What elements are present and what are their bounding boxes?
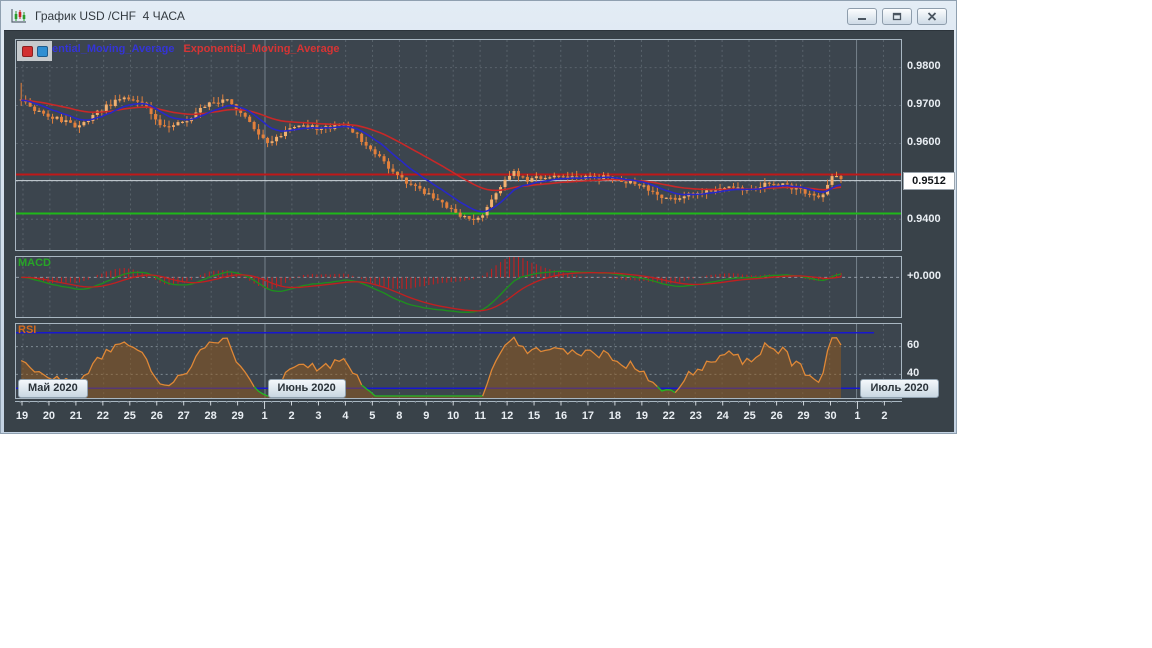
- time-axis-label: 17: [582, 410, 594, 422]
- current-price-badge: 0.9512: [903, 172, 955, 190]
- time-axis-label: 27: [178, 410, 190, 422]
- rsi-tick-label: 60: [907, 339, 920, 351]
- price-chart-canvas: [16, 40, 901, 250]
- price-chart-panel[interactable]: [15, 39, 902, 251]
- time-axis-label: 18: [609, 410, 621, 422]
- legend-item-exponential-moving-average: Exponential_Moving_Average: [183, 43, 340, 55]
- close-button[interactable]: [917, 8, 947, 25]
- blue-indicator-button[interactable]: [36, 45, 48, 57]
- time-axis-label: 3: [315, 410, 321, 422]
- rsi-tick-label: 40: [907, 367, 920, 379]
- price-axis[interactable]: 0.9512 0.98000.97000.96000.95000.9400+0.…: [902, 33, 956, 429]
- red-indicator-button[interactable]: [21, 45, 33, 57]
- time-axis-label: 26: [151, 410, 163, 422]
- macd-canvas: [16, 257, 901, 317]
- time-axis-label: 4: [342, 410, 349, 422]
- time-axis-label: 19: [16, 410, 28, 422]
- legend-item-moving-average: ential_Moving_Average: [52, 43, 175, 55]
- close-icon: [927, 12, 937, 21]
- restore-icon: [892, 12, 902, 21]
- minimize-icon: [858, 18, 866, 20]
- time-axis-label: 10: [447, 410, 459, 422]
- time-axis-label: 26: [770, 410, 782, 422]
- month-marker-may: Май 2020: [18, 379, 88, 398]
- time-axis-label: 29: [797, 410, 809, 422]
- time-axis-label: 24: [717, 410, 730, 422]
- rsi-indicator-panel[interactable]: [15, 323, 902, 399]
- time-axis-label: 30: [824, 410, 836, 422]
- time-axis-label: 8: [396, 410, 402, 422]
- chart-window: График USD /CHF 4 ЧАСА 19 20 21 22 25 26 27 28 2…: [0, 0, 957, 434]
- time-axis-label: 21: [70, 410, 82, 422]
- time-axis-label: 9: [423, 410, 429, 422]
- restore-button[interactable]: [882, 8, 912, 25]
- time-axis-label: 1: [261, 410, 267, 422]
- time-axis-label: 2: [288, 410, 294, 422]
- time-axis-label: 12: [501, 410, 513, 422]
- time-axis[interactable]: 19 20 21 22 25 26 27 28 29 1 2 3 4 5 8 9 10 11 12 15 16 17 18 1…: [15, 401, 902, 428]
- chart-object-buttons: [17, 41, 52, 61]
- minimize-button[interactable]: [847, 8, 877, 25]
- time-axis-label: 25: [124, 410, 136, 422]
- rsi-canvas: [16, 324, 901, 398]
- price-tick-label: 0.9400: [907, 212, 941, 225]
- macd-zero-label: +0.000: [907, 270, 941, 282]
- macd-indicator-panel[interactable]: [15, 256, 902, 318]
- time-axis-label: 23: [690, 410, 702, 422]
- month-marker-june: Июнь 2020: [267, 379, 346, 398]
- indicator-legend: ential_Moving_Average Exponential_Moving…: [52, 43, 340, 55]
- time-axis-label: 5: [369, 410, 375, 422]
- time-axis-label: 20: [43, 410, 55, 422]
- price-tick-label: 0.9600: [907, 136, 941, 149]
- time-axis-label: 19: [636, 410, 648, 422]
- time-axis-label: 25: [744, 410, 756, 422]
- candlestick-chart-icon: [11, 8, 26, 23]
- time-axis-label: 11: [474, 410, 486, 422]
- time-axis-label: 16: [555, 410, 567, 422]
- rsi-panel-label: RSI: [18, 324, 37, 336]
- time-axis-label: 22: [97, 410, 109, 422]
- time-axis-label: 2: [881, 410, 887, 422]
- window-title: График USD /CHF 4 ЧАСА: [35, 8, 185, 23]
- time-axis-label: 22: [663, 410, 675, 422]
- price-tick-label: 0.9800: [907, 59, 941, 72]
- price-tick-label: 0.9700: [907, 98, 941, 111]
- time-axis-label: 28: [205, 410, 217, 422]
- time-axis-label: 15: [528, 410, 540, 422]
- desktop: { "window": { "title": "График USD /CHF …: [0, 0, 1152, 648]
- time-axis-canvas: 19 20 21 22 25 26 27 28 29 1 2 3 4 5 8 9 10 11 12 15 16 17 18 1…: [15, 401, 902, 422]
- title-bar[interactable]: График USD /CHF 4 ЧАСА: [1, 1, 956, 30]
- macd-panel-label: MACD: [18, 257, 51, 269]
- time-axis-label: 29: [231, 410, 243, 422]
- time-axis-label: 1: [854, 410, 860, 422]
- window-controls: [847, 8, 947, 25]
- month-marker-july: Июль 2020: [860, 379, 939, 398]
